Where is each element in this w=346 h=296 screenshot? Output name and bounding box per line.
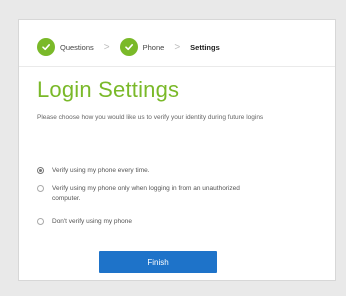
header-divider xyxy=(19,66,335,67)
option-label: Verify using my phone only when logging … xyxy=(52,185,240,202)
breadcrumb-step-label-current: Settings xyxy=(190,42,220,52)
option-label: Don't verify using my phone xyxy=(52,218,133,225)
breadcrumb: Questions > Phone > Settings xyxy=(37,36,220,58)
check-circle-icon xyxy=(119,38,138,56)
option-label: Verify using my phone every time. xyxy=(52,167,150,174)
breadcrumb-step-settings: Settings xyxy=(190,43,220,52)
breadcrumb-separator: > xyxy=(174,41,181,53)
finish-button[interactable]: Finish xyxy=(99,251,217,273)
radio-button-selected[interactable] xyxy=(37,167,44,174)
option-dont-verify[interactable]: Don't verify using my phone xyxy=(37,217,252,227)
radio-button[interactable] xyxy=(37,185,44,192)
page-description: Please choose how you would like us to v… xyxy=(37,114,264,121)
check-circle-icon xyxy=(37,38,55,56)
breadcrumb-step-label: Questions xyxy=(60,42,94,52)
breadcrumb-step-phone[interactable]: Phone xyxy=(119,38,165,56)
radio-button[interactable] xyxy=(37,218,44,225)
login-settings-card: Questions > Phone > Settings Login Setti… xyxy=(18,19,336,281)
breadcrumb-separator: > xyxy=(103,41,110,53)
page-title: Login Settings xyxy=(37,77,180,102)
option-verify-unauthorized-computer[interactable]: Verify using my phone only when logging … xyxy=(37,184,252,203)
breadcrumb-step-label: Phone xyxy=(142,42,165,52)
option-verify-every-time[interactable]: Verify using my phone every time. xyxy=(37,166,252,176)
breadcrumb-step-questions[interactable]: Questions xyxy=(37,38,94,56)
